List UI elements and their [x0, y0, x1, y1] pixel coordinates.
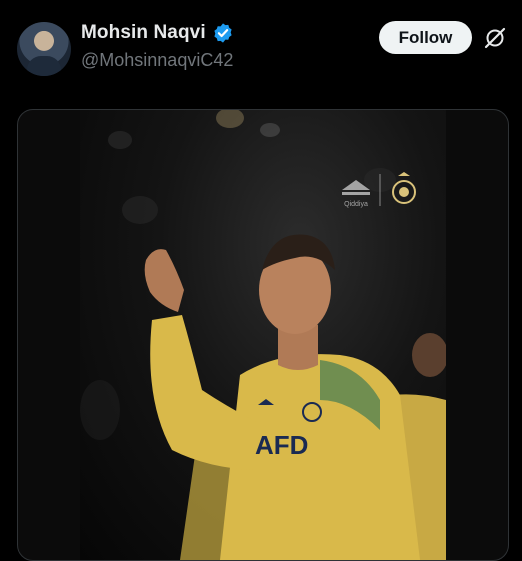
display-name[interactable]: Mohsin Naqvi — [81, 22, 206, 44]
author-handle[interactable]: @MohsinnaqviC42 — [81, 50, 233, 71]
jersey-text: AFD — [255, 430, 308, 460]
broadcaster-logo-text: Qiddiya — [344, 201, 368, 208]
grok-icon[interactable] — [483, 26, 507, 50]
follow-button[interactable]: Follow — [379, 21, 472, 54]
club-crest-icon — [392, 172, 416, 204]
avatar-shirt — [27, 56, 61, 76]
video-player[interactable]: Qiddiya 2 JO — [80, 110, 446, 560]
avatar[interactable] — [17, 22, 71, 76]
verified-badge-icon — [214, 23, 232, 43]
author-name-row: Mohsin Naqvi — [81, 22, 234, 44]
video-frame: Qiddiya 2 JO — [80, 110, 446, 560]
player-figure: AFD — [144, 234, 420, 560]
media-card[interactable]: Qiddiya 2 JO — [17, 109, 509, 561]
